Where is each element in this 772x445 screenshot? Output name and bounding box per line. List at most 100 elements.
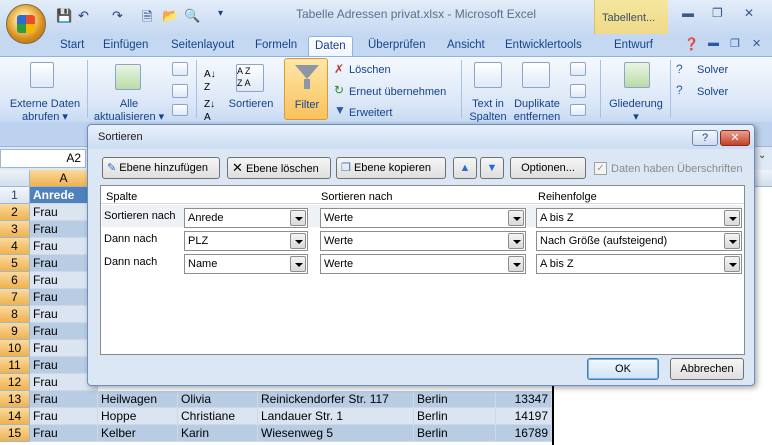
tab-entwurf[interactable]: Entwurf bbox=[614, 36, 653, 56]
edit-links-icon[interactable] bbox=[172, 104, 188, 116]
dialog-help-button[interactable]: ? bbox=[692, 130, 718, 146]
text-in-spalten-button[interactable]: Text in Spalten bbox=[466, 98, 510, 124]
level-2-column-select[interactable]: PLZ bbox=[184, 231, 308, 251]
cancel-button[interactable]: Abbrechen bbox=[670, 358, 744, 380]
name-box[interactable]: A2 bbox=[0, 149, 86, 168]
table-cell[interactable]: 13347 bbox=[496, 391, 552, 408]
table-cell[interactable]: 14197 bbox=[496, 408, 552, 425]
sort-az-icon[interactable]: A↓ Z bbox=[204, 68, 216, 94]
solver-button[interactable]: Solver bbox=[697, 64, 728, 77]
alle-aktualisieren-button[interactable]: Alle aktualisieren ▾ bbox=[90, 98, 168, 124]
row-header[interactable]: 2 bbox=[0, 204, 30, 221]
select-all-corner[interactable] bbox=[0, 170, 30, 187]
help-icon[interactable]: ❓ bbox=[684, 37, 699, 51]
add-level-button[interactable]: ✎ Ebene hinzufügen bbox=[102, 157, 220, 179]
tab-einfuegen[interactable]: Einfügen bbox=[103, 36, 148, 56]
tab-ansicht[interactable]: Ansicht bbox=[447, 36, 485, 56]
table-cell[interactable]: Heilwagen bbox=[98, 391, 178, 408]
row-header[interactable]: 14 bbox=[0, 408, 30, 425]
tab-entwicklertools[interactable]: Entwicklertools bbox=[505, 36, 582, 56]
level-2-sorton-select[interactable]: Werte bbox=[320, 231, 526, 251]
erweitert-button[interactable]: Erweitert bbox=[349, 107, 392, 120]
level-1-sorton-select[interactable]: Werte bbox=[320, 208, 526, 228]
row-header[interactable]: 3 bbox=[0, 221, 30, 238]
sortieren-button[interactable]: Sortieren bbox=[226, 98, 276, 111]
row-header[interactable]: 1 bbox=[0, 187, 30, 204]
connections-icon[interactable] bbox=[172, 62, 188, 76]
data-validation-icon[interactable] bbox=[570, 62, 586, 76]
level-3-column-select[interactable]: Name bbox=[184, 254, 308, 274]
office-button[interactable] bbox=[6, 4, 46, 44]
formula-expand-icon[interactable]: ⌄ bbox=[758, 150, 766, 161]
open-folder-icon[interactable]: 📂 bbox=[162, 8, 178, 26]
redo-icon[interactable]: ↷ bbox=[112, 8, 123, 26]
ok-button[interactable]: OK bbox=[587, 358, 659, 380]
table-cell[interactable]: Reinickendorfer Str. 117 bbox=[258, 391, 414, 408]
tab-formeln[interactable]: Formeln bbox=[255, 36, 297, 56]
ribbon-minimize-icon[interactable]: ▬ bbox=[708, 37, 719, 49]
row-header[interactable]: 13 bbox=[0, 391, 30, 408]
minimize-icon[interactable]: ▬ bbox=[682, 6, 694, 20]
tab-start[interactable]: Start bbox=[60, 36, 84, 56]
table-cell[interactable]: Karin bbox=[178, 425, 258, 442]
table-cell[interactable]: Frau bbox=[30, 391, 98, 408]
consolidate-icon[interactable] bbox=[570, 84, 586, 98]
tab-ueberpruefen[interactable]: Überprüfen bbox=[368, 36, 426, 56]
filter-button[interactable]: Filter bbox=[284, 58, 328, 120]
print-preview-icon[interactable]: 🔍 bbox=[184, 8, 200, 26]
new-file-icon[interactable]: 🗎 bbox=[142, 8, 152, 26]
dialog-close-button[interactable]: ✕ bbox=[720, 130, 750, 146]
row-header[interactable]: 12 bbox=[0, 374, 30, 391]
options-button[interactable]: Optionen... bbox=[510, 157, 586, 179]
level-1-order-select[interactable]: A bis Z bbox=[536, 208, 742, 228]
row-header[interactable]: 6 bbox=[0, 272, 30, 289]
tab-daten[interactable]: Daten bbox=[308, 36, 353, 56]
copy-level-button[interactable]: ❐ Ebene kopieren bbox=[336, 157, 446, 179]
row-header[interactable]: 4 bbox=[0, 238, 30, 255]
table-cell[interactable]: Hoppe bbox=[98, 408, 178, 425]
sort-za-icon[interactable]: Z↓ A bbox=[204, 98, 215, 124]
table-cell[interactable]: Berlin bbox=[414, 408, 496, 425]
table-cell[interactable]: 16789 bbox=[496, 425, 552, 442]
row-header[interactable]: 15 bbox=[0, 425, 30, 442]
row-header[interactable]: 11 bbox=[0, 357, 30, 374]
level-1-column-select[interactable]: Anrede bbox=[184, 208, 308, 228]
table-cell[interactable]: Frau bbox=[30, 408, 98, 425]
properties-icon[interactable] bbox=[172, 84, 188, 98]
move-down-button[interactable]: ▼ bbox=[480, 157, 504, 179]
table-cell[interactable]: Frau bbox=[30, 425, 98, 442]
level-2-order-select[interactable]: Nach Größe (aufsteigend) bbox=[536, 231, 742, 251]
what-if-icon[interactable] bbox=[570, 104, 586, 116]
restore-icon[interactable]: ❐ bbox=[712, 6, 723, 20]
customize-qat-icon[interactable]: ▾ bbox=[218, 8, 223, 26]
externe-daten-button[interactable]: Externe Daten abrufen ▾ bbox=[6, 98, 84, 124]
level-3-sorton-select[interactable]: Werte bbox=[320, 254, 526, 274]
delete-level-button[interactable]: ✕ Ebene löschen bbox=[227, 157, 331, 179]
ribbon-restore-icon[interactable]: ❐ bbox=[730, 37, 740, 50]
save-icon[interactable]: 💾 bbox=[56, 8, 72, 26]
table-cell[interactable]: Berlin bbox=[414, 425, 496, 442]
table-cell[interactable]: Landauer Str. 1 bbox=[258, 408, 414, 425]
duplikate-entfernen-button[interactable]: Duplikate entfernen bbox=[510, 98, 564, 124]
loeschen-button[interactable]: Löschen bbox=[349, 64, 391, 77]
table-cell[interactable]: Olivia bbox=[178, 391, 258, 408]
row-header[interactable]: 9 bbox=[0, 323, 30, 340]
has-headers-checkbox[interactable]: ✓ bbox=[594, 162, 607, 175]
ribbon-close-icon[interactable]: ✕ bbox=[752, 37, 761, 50]
row-header[interactable]: 5 bbox=[0, 255, 30, 272]
table-cell[interactable]: Christiane bbox=[178, 408, 258, 425]
solver-button-2[interactable]: Solver bbox=[697, 86, 728, 99]
move-up-button[interactable]: ▲ bbox=[453, 157, 477, 179]
table-cell[interactable]: Wiesenweg 5 bbox=[258, 425, 414, 442]
table-cell[interactable]: Berlin bbox=[414, 391, 496, 408]
close-icon[interactable]: ✕ bbox=[744, 6, 754, 20]
tab-seitenlayout[interactable]: Seitenlayout bbox=[171, 36, 234, 56]
row-header[interactable]: 10 bbox=[0, 340, 30, 357]
row-header[interactable]: 7 bbox=[0, 289, 30, 306]
table-cell[interactable]: Kelber bbox=[98, 425, 178, 442]
gliederung-button[interactable]: Gliederung ▾ bbox=[604, 98, 668, 124]
level-3-order-select[interactable]: A bis Z bbox=[536, 254, 742, 274]
undo-icon[interactable]: ↶ bbox=[78, 8, 89, 26]
row-header[interactable]: 8 bbox=[0, 306, 30, 323]
erneut-button[interactable]: Erneut übernehmen bbox=[349, 86, 446, 99]
